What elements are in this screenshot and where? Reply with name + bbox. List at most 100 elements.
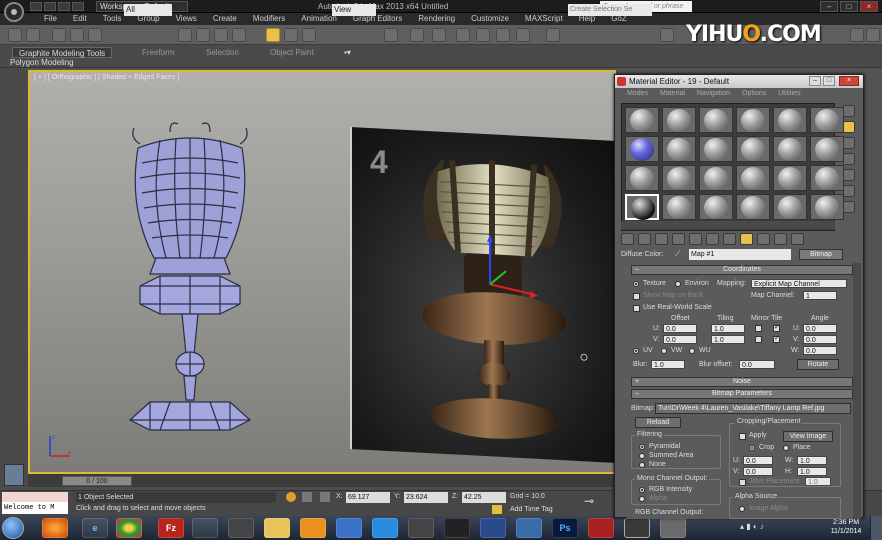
menu-file[interactable]: File xyxy=(36,13,65,25)
tab-freeform[interactable]: Freeform xyxy=(136,47,180,58)
close-button[interactable]: × xyxy=(860,1,878,12)
v-tile-checkbox[interactable] xyxy=(773,334,780,343)
sample-slot[interactable] xyxy=(625,107,659,133)
keyboard-shortcut-icon[interactable] xyxy=(432,28,446,42)
crop-radio[interactable] xyxy=(749,445,755,451)
sample-slot[interactable] xyxy=(736,165,770,191)
get-material-icon[interactable] xyxy=(621,233,634,245)
menu-rendering[interactable]: Rendering xyxy=(410,13,463,25)
angle-snap-icon[interactable] xyxy=(476,28,490,42)
orthographic-viewport[interactable]: [ + ] [ Orthographic ] [ Shaded + Edged … xyxy=(28,70,616,474)
reset-map-icon[interactable] xyxy=(672,233,685,245)
adobe-app-icon[interactable] xyxy=(588,518,614,538)
parameters-scrollbar[interactable] xyxy=(853,263,861,519)
crop-h-field[interactable]: 1.0 xyxy=(797,467,827,476)
show-desktop-button[interactable] xyxy=(870,516,882,540)
select-scale-icon[interactable] xyxy=(302,28,316,42)
isolate-selection-icon[interactable] xyxy=(286,492,296,502)
background-icon[interactable] xyxy=(843,137,855,149)
u-angle-field[interactable]: 0.0 xyxy=(803,324,837,333)
absolute-mode-icon[interactable] xyxy=(320,492,330,502)
menu-views[interactable]: Views xyxy=(168,13,205,25)
sample-slot[interactable] xyxy=(736,194,770,220)
undo-quick-icon[interactable] xyxy=(72,2,84,11)
w-angle-field[interactable]: 0.0 xyxy=(803,346,837,355)
reference-image-plane[interactable] xyxy=(350,126,614,464)
me-menu-material[interactable]: Material xyxy=(654,88,691,99)
photoshop-icon[interactable]: Ps xyxy=(552,518,578,538)
open-file-icon[interactable] xyxy=(44,2,56,11)
pivot-center-icon[interactable] xyxy=(384,28,398,42)
menu-create[interactable]: Create xyxy=(205,13,245,25)
go-forward-to-sibling-icon[interactable] xyxy=(791,233,804,245)
chrome-icon[interactable] xyxy=(116,518,142,538)
unity-icon[interactable] xyxy=(660,518,686,538)
v-tiling-field[interactable]: 1.0 xyxy=(711,335,745,344)
show-end-result-icon[interactable] xyxy=(757,233,770,245)
unlink-icon[interactable] xyxy=(70,28,84,42)
select-manipulate-icon[interactable] xyxy=(410,28,424,42)
crop-v-field[interactable]: 0.0 xyxy=(743,467,773,476)
lamp-wireframe-model[interactable] xyxy=(120,118,260,436)
file-explorer-icon[interactable] xyxy=(264,518,290,538)
me-minimize-button[interactable]: – xyxy=(809,76,821,86)
uv-radio[interactable] xyxy=(633,348,639,354)
assign-to-selection-icon[interactable] xyxy=(655,233,668,245)
texture-radio[interactable] xyxy=(633,281,639,287)
alpha-radio[interactable] xyxy=(639,496,645,502)
z-coordinate-field[interactable]: 42.25 xyxy=(462,492,506,503)
screen-recorder-icon[interactable] xyxy=(228,518,254,538)
map-name-dropdown[interactable]: Map #1 xyxy=(689,249,791,260)
blur-field[interactable]: 1.0 xyxy=(651,360,685,369)
sample-slot[interactable] xyxy=(810,194,844,220)
bind-space-warp-icon[interactable] xyxy=(88,28,102,42)
mirror-icon[interactable] xyxy=(660,28,674,42)
view-image-button[interactable]: View Image xyxy=(783,431,833,442)
me-menu-utilities[interactable]: Utilities xyxy=(772,88,807,99)
polygon-modeling-panel-label[interactable]: Polygon Modeling xyxy=(10,58,74,67)
wu-radio[interactable] xyxy=(689,348,695,354)
system-tray-icons[interactable]: ▴ ▮ ◐ ♪ xyxy=(740,522,820,534)
internet-explorer-icon[interactable]: e xyxy=(82,518,108,538)
mail-icon[interactable] xyxy=(516,518,542,538)
me-menu-modes[interactable]: Modes xyxy=(621,88,654,99)
select-object-icon[interactable] xyxy=(178,28,192,42)
window-crossing-icon[interactable] xyxy=(232,28,246,42)
viewport-label[interactable]: [ + ] [ Orthographic ] [ Shaded + Edged … xyxy=(34,74,179,81)
mudbox-icon[interactable] xyxy=(480,518,506,538)
u-tiling-field[interactable]: 1.0 xyxy=(711,324,745,333)
v-angle-field[interactable]: 0.0 xyxy=(803,335,837,344)
sample-slot[interactable] xyxy=(662,165,696,191)
undo-icon[interactable] xyxy=(8,28,22,42)
maxscript-listener-input[interactable]: Welcome to M xyxy=(2,502,68,514)
time-slider-bar[interactable]: 0 / 100 xyxy=(28,474,616,488)
sample-slot[interactable] xyxy=(773,136,807,162)
maximize-button[interactable]: □ xyxy=(840,1,858,12)
show-map-on-back-checkbox[interactable] xyxy=(633,293,640,300)
rgb-intensity-radio[interactable] xyxy=(639,487,645,493)
key-icon[interactable]: ⊸ xyxy=(584,494,594,508)
sample-slot[interactable] xyxy=(773,194,807,220)
place-radio[interactable] xyxy=(783,445,789,451)
spinner-snap-icon[interactable] xyxy=(516,28,530,42)
percent-snap-icon[interactable] xyxy=(496,28,510,42)
jitter-placement-checkbox[interactable] xyxy=(739,479,746,486)
video-color-check-icon[interactable] xyxy=(843,169,855,181)
real-world-scale-checkbox[interactable] xyxy=(633,305,640,312)
crop-u-field[interactable]: 0.0 xyxy=(743,456,773,465)
make-unique-icon[interactable] xyxy=(689,233,702,245)
mapping-dropdown[interactable]: Explicit Map Channel xyxy=(751,279,847,288)
3ds-max-taskbar-icon[interactable] xyxy=(624,518,650,538)
me-maximize-button[interactable]: □ xyxy=(823,76,835,86)
maxscript-mini-listener-icon[interactable] xyxy=(4,464,24,486)
uv-tiling-icon[interactable] xyxy=(843,153,855,165)
make-preview-icon[interactable] xyxy=(843,185,855,197)
sample-slot[interactable] xyxy=(699,107,733,133)
time-slider[interactable]: 0 / 100 xyxy=(62,476,132,486)
sample-slot[interactable] xyxy=(810,107,844,133)
me-menu-navigation[interactable]: Navigation xyxy=(691,88,736,99)
summed-area-radio[interactable] xyxy=(639,453,645,459)
environ-radio[interactable] xyxy=(675,281,681,287)
edit-named-selection-icon[interactable] xyxy=(546,28,560,42)
v-mirror-checkbox[interactable] xyxy=(755,336,762,343)
